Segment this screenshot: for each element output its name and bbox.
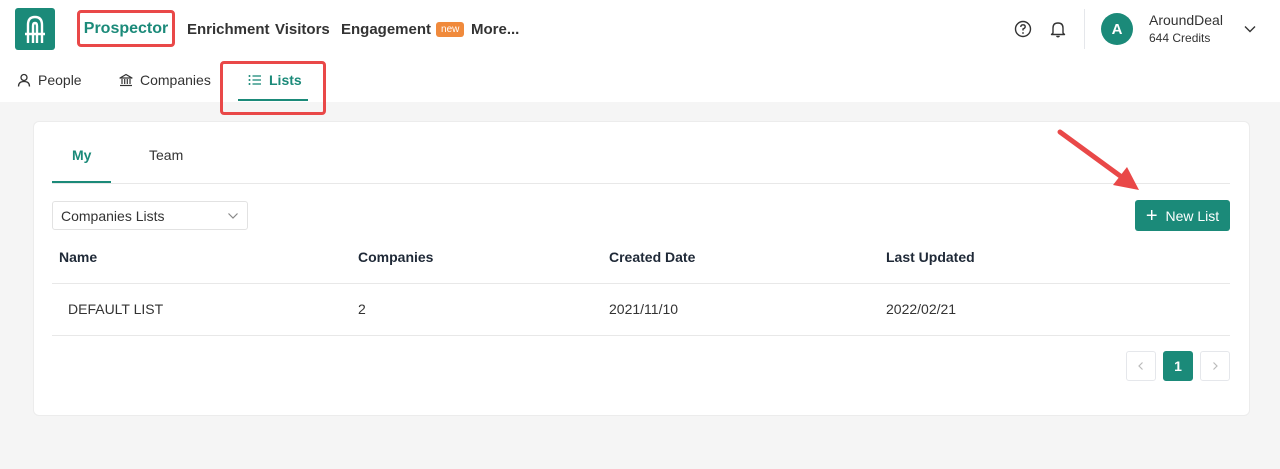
table-header-divider (52, 283, 1230, 284)
pagination-page-current[interactable]: 1 (1163, 351, 1193, 381)
new-badge: new (436, 21, 465, 37)
logo-icon (25, 15, 45, 43)
subnav-companies-label: Companies (140, 72, 211, 88)
app-logo[interactable] (15, 8, 55, 50)
column-header-created-date: Created Date (609, 249, 696, 265)
chevron-left-icon (1138, 362, 1143, 370)
top-navbar: Prospector Enrichment Visitors Engagemen… (0, 0, 1280, 58)
bell-icon (1050, 22, 1066, 38)
annotation-arrow (1057, 129, 1139, 190)
bank-icon (119, 73, 133, 87)
plus-icon: + (1145, 204, 1158, 227)
nav-visitors[interactable]: Visitors (275, 0, 330, 58)
help-button[interactable] (1013, 19, 1033, 39)
nav-more[interactable]: More... (471, 0, 519, 58)
cell-list-name[interactable]: DEFAULT LIST (68, 301, 163, 317)
subnav-companies[interactable]: Companies (119, 58, 211, 102)
nav-enrichment[interactable]: Enrichment (187, 0, 270, 58)
pagination-prev-button[interactable] (1126, 351, 1156, 381)
notifications-button[interactable] (1048, 19, 1068, 39)
chevron-right-icon (1213, 362, 1218, 370)
chevron-down-icon[interactable] (1243, 22, 1257, 36)
sub-navbar: People Companies Lists (0, 58, 1280, 102)
column-header-last-updated: Last Updated (886, 249, 975, 265)
nav-prospector[interactable]: Prospector (77, 10, 175, 47)
nav-engagement-label: Engagement (341, 20, 432, 38)
subnav-people-label: People (38, 72, 82, 88)
tab-team[interactable]: Team (149, 147, 183, 163)
chevron-down-icon (228, 213, 238, 219)
tab-my[interactable]: My (72, 147, 91, 163)
cell-last-updated: 2022/02/21 (886, 301, 957, 317)
navbar-divider (1084, 9, 1085, 49)
new-list-label: New List (1165, 207, 1220, 224)
list-type-select[interactable]: Companies Lists (52, 201, 248, 230)
tabs-divider (52, 183, 1230, 184)
lists-highlight-box (220, 61, 326, 115)
cell-created-date: 2021/11/10 (609, 301, 679, 317)
person-icon (17, 73, 31, 87)
column-header-name: Name (59, 249, 98, 265)
cell-companies-count: 2 (358, 301, 366, 317)
account-name[interactable]: AroundDeal (1149, 12, 1223, 28)
pagination-next-button[interactable] (1200, 351, 1230, 381)
column-header-companies: Companies (358, 249, 434, 265)
list-type-value: Companies Lists (61, 207, 165, 224)
new-list-button[interactable]: + New List (1135, 200, 1230, 231)
avatar[interactable]: A (1101, 13, 1133, 45)
credits-count: 644 Credits (1149, 31, 1211, 45)
table-row-divider (52, 335, 1230, 336)
subnav-people[interactable]: People (17, 58, 82, 102)
help-circle-icon (1014, 20, 1032, 38)
nav-engagement[interactable]: Engagement new (341, 0, 465, 58)
